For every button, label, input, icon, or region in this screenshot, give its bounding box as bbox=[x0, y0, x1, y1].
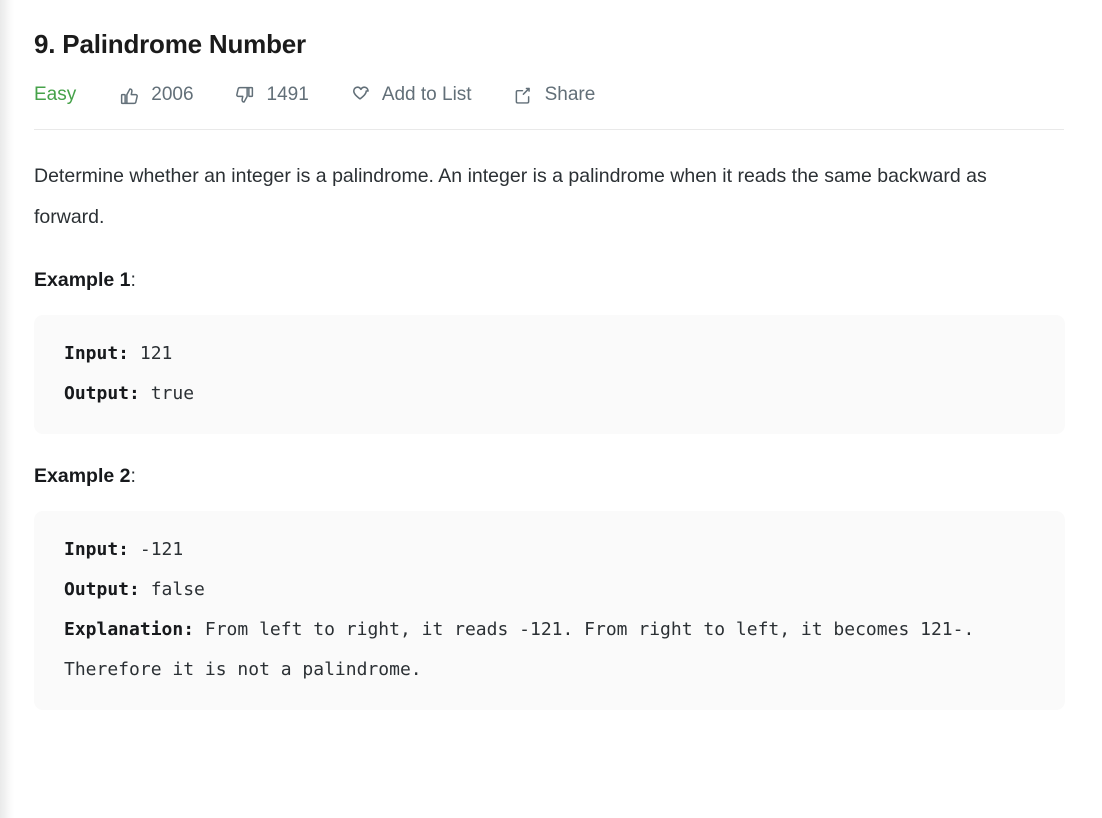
share-label: Share bbox=[544, 84, 596, 105]
problem-description-panel: 9. Palindrome Number Easy 2006 1491 Add … bbox=[0, 0, 1102, 818]
code-line: Output: false bbox=[64, 570, 1035, 610]
like-count: 2006 bbox=[151, 84, 194, 105]
thumbs-up-icon bbox=[118, 84, 140, 106]
example-1-heading-text: Example 1 bbox=[34, 269, 131, 291]
example-1-heading: Example 1: bbox=[34, 238, 1064, 293]
code-key: Output: bbox=[64, 383, 140, 404]
code-value: -121 bbox=[129, 539, 184, 560]
heart-icon bbox=[349, 84, 371, 106]
problem-description-text: Determine whether an integer is a palind… bbox=[34, 165, 987, 228]
example-1-code-block: Input: 121 Output: true bbox=[34, 315, 1065, 434]
share-icon bbox=[512, 84, 534, 106]
code-key: Output: bbox=[64, 579, 140, 600]
example-2-heading: Example 2: bbox=[34, 434, 1064, 489]
code-key: Input: bbox=[64, 539, 130, 560]
dislike-count: 1491 bbox=[266, 84, 309, 105]
page-title: 9. Palindrome Number bbox=[34, 29, 306, 59]
example-2-heading-text: Example 2 bbox=[34, 465, 131, 487]
problem-meta-row: Easy 2006 1491 Add to List Share bbox=[34, 82, 1064, 108]
example-1-heading-colon: : bbox=[130, 269, 136, 291]
difficulty-badge: Easy bbox=[34, 84, 77, 105]
dislike-button[interactable]: 1491 bbox=[234, 82, 309, 108]
example-2-code-block: Input: -121 Output: false Explanation: F… bbox=[34, 511, 1065, 710]
example-2-heading-colon: : bbox=[130, 465, 136, 487]
like-button[interactable]: 2006 bbox=[118, 82, 194, 108]
code-key: Input: bbox=[64, 343, 130, 364]
code-value: From left to right, it reads -121. From … bbox=[64, 619, 975, 680]
code-line: Explanation: From left to right, it read… bbox=[64, 610, 1035, 690]
code-line: Input: 121 bbox=[64, 334, 1035, 374]
code-value: true bbox=[139, 383, 195, 404]
add-to-list-label: Add to List bbox=[381, 84, 472, 105]
code-line: Input: -121 bbox=[64, 530, 1035, 570]
code-key: Explanation: bbox=[64, 619, 195, 640]
code-value: false bbox=[139, 579, 205, 600]
code-line: Output: true bbox=[64, 374, 1035, 414]
code-value: 121 bbox=[129, 343, 173, 364]
share-button[interactable]: Share bbox=[512, 82, 596, 108]
add-to-list-button[interactable]: Add to List bbox=[349, 82, 472, 108]
thumbs-down-icon bbox=[234, 84, 256, 106]
